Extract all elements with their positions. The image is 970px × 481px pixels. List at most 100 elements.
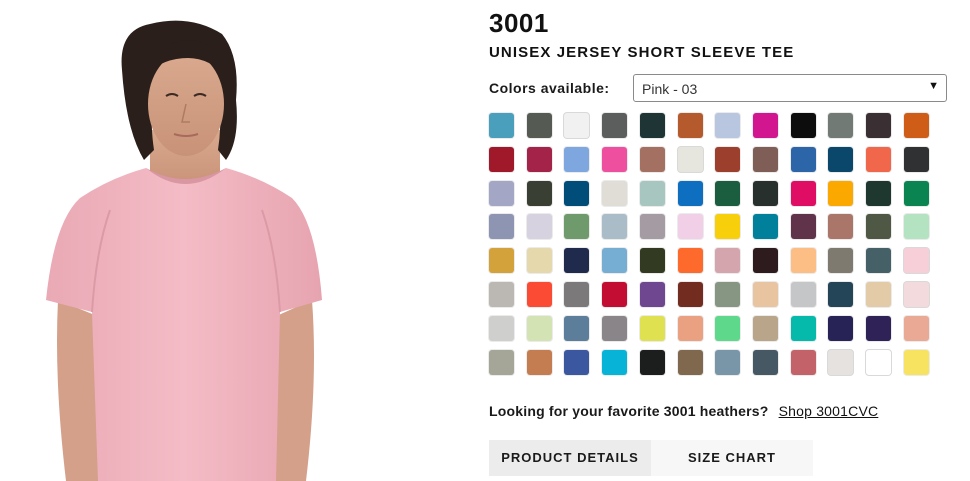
color-swatch[interactable]	[904, 214, 929, 239]
color-swatch[interactable]	[753, 282, 778, 307]
color-swatch[interactable]	[791, 181, 816, 206]
color-swatch[interactable]	[791, 147, 816, 172]
color-swatch[interactable]	[828, 282, 853, 307]
color-swatch[interactable]	[904, 282, 929, 307]
color-swatch[interactable]	[828, 248, 853, 273]
color-swatch[interactable]	[564, 181, 589, 206]
color-swatch[interactable]	[678, 147, 703, 172]
color-swatch[interactable]	[564, 113, 589, 138]
color-swatch[interactable]	[715, 181, 740, 206]
color-swatch[interactable]	[527, 113, 552, 138]
color-swatch[interactable]	[527, 316, 552, 341]
color-swatch[interactable]	[489, 147, 514, 172]
color-swatch[interactable]	[715, 282, 740, 307]
color-swatch[interactable]	[866, 147, 891, 172]
color-swatch[interactable]	[640, 248, 665, 273]
color-swatch[interactable]	[904, 181, 929, 206]
color-swatch[interactable]	[640, 147, 665, 172]
tab-size-chart[interactable]: SIZE CHART	[651, 440, 813, 476]
color-swatch[interactable]	[602, 248, 627, 273]
color-swatch[interactable]	[828, 147, 853, 172]
color-swatch[interactable]	[527, 248, 552, 273]
color-swatch[interactable]	[791, 282, 816, 307]
color-swatch[interactable]	[715, 248, 740, 273]
color-swatch[interactable]	[602, 214, 627, 239]
color-swatch[interactable]	[904, 316, 929, 341]
color-swatch[interactable]	[828, 214, 853, 239]
color-swatch[interactable]	[640, 214, 665, 239]
color-swatch[interactable]	[489, 282, 514, 307]
color-swatch[interactable]	[564, 282, 589, 307]
color-swatch[interactable]	[640, 350, 665, 375]
shop-3001cvc-link[interactable]: Shop 3001CVC	[779, 403, 879, 419]
color-swatch[interactable]	[753, 181, 778, 206]
color-swatch[interactable]	[678, 316, 703, 341]
color-swatch[interactable]	[715, 316, 740, 341]
color-swatch[interactable]	[791, 214, 816, 239]
color-swatch[interactable]	[678, 181, 703, 206]
color-swatch[interactable]	[527, 181, 552, 206]
color-swatch[interactable]	[640, 113, 665, 138]
color-swatch[interactable]	[602, 350, 627, 375]
color-swatch[interactable]	[715, 147, 740, 172]
color-swatch[interactable]	[791, 350, 816, 375]
color-swatch[interactable]	[753, 214, 778, 239]
color-swatch[interactable]	[904, 248, 929, 273]
color-swatch[interactable]	[866, 248, 891, 273]
color-swatch[interactable]	[828, 316, 853, 341]
color-swatch[interactable]	[715, 113, 740, 138]
color-swatch[interactable]	[564, 350, 589, 375]
color-swatch[interactable]	[527, 282, 552, 307]
color-swatch[interactable]	[753, 147, 778, 172]
color-swatch[interactable]	[678, 282, 703, 307]
color-swatch[interactable]	[753, 248, 778, 273]
color-swatch[interactable]	[678, 113, 703, 138]
color-swatch[interactable]	[527, 214, 552, 239]
color-swatch[interactable]	[527, 147, 552, 172]
color-swatch[interactable]	[640, 282, 665, 307]
color-swatch[interactable]	[602, 282, 627, 307]
color-swatch[interactable]	[489, 316, 514, 341]
color-swatch[interactable]	[791, 316, 816, 341]
color-swatch[interactable]	[489, 214, 514, 239]
tab-product-details[interactable]: PRODUCT DETAILS	[489, 440, 651, 476]
color-swatch[interactable]	[828, 113, 853, 138]
color-swatch[interactable]	[602, 181, 627, 206]
color-swatch[interactable]	[602, 113, 627, 138]
color-swatch[interactable]	[564, 214, 589, 239]
color-swatch[interactable]	[866, 282, 891, 307]
color-swatch[interactable]	[866, 350, 891, 375]
color-swatch[interactable]	[866, 181, 891, 206]
color-swatch[interactable]	[715, 214, 740, 239]
color-swatch[interactable]	[904, 113, 929, 138]
color-swatch[interactable]	[640, 181, 665, 206]
color-swatch[interactable]	[753, 350, 778, 375]
color-swatch[interactable]	[791, 248, 816, 273]
color-swatch[interactable]	[866, 316, 891, 341]
color-swatch[interactable]	[489, 350, 514, 375]
color-swatch[interactable]	[602, 147, 627, 172]
color-swatch[interactable]	[715, 350, 740, 375]
color-swatch[interactable]	[828, 181, 853, 206]
color-swatch[interactable]	[564, 147, 589, 172]
color-swatch[interactable]	[602, 316, 627, 341]
color-swatch[interactable]	[904, 147, 929, 172]
color-swatch[interactable]	[678, 248, 703, 273]
color-swatch[interactable]	[489, 113, 514, 138]
color-dropdown[interactable]: Pink - 03 ▼	[633, 74, 947, 102]
color-swatch[interactable]	[564, 248, 589, 273]
color-swatch[interactable]	[527, 350, 552, 375]
color-swatch[interactable]	[753, 316, 778, 341]
color-swatch[interactable]	[791, 113, 816, 138]
color-swatch[interactable]	[753, 113, 778, 138]
color-swatch[interactable]	[489, 248, 514, 273]
color-swatch[interactable]	[828, 350, 853, 375]
color-swatch[interactable]	[866, 214, 891, 239]
color-swatch[interactable]	[866, 113, 891, 138]
color-swatch[interactable]	[904, 350, 929, 375]
color-swatch[interactable]	[678, 214, 703, 239]
color-swatch[interactable]	[678, 350, 703, 375]
color-swatch[interactable]	[489, 181, 514, 206]
color-swatch[interactable]	[564, 316, 589, 341]
color-swatch[interactable]	[640, 316, 665, 341]
